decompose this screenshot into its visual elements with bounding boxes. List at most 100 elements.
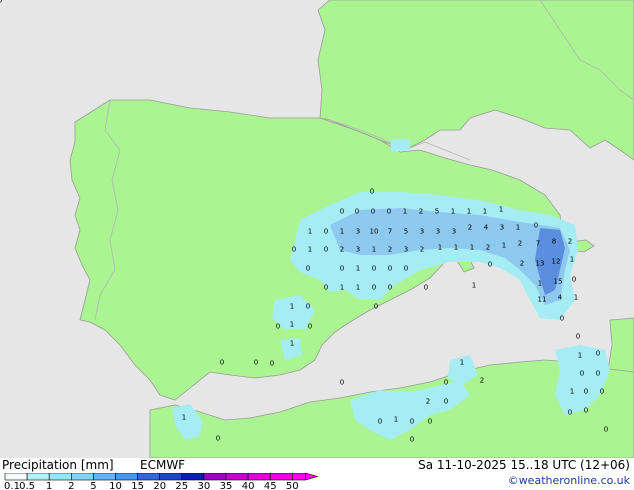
legend-swatch [247,473,271,481]
precip-value: 0 [340,208,344,216]
precip-value: 1 [356,284,360,292]
credit-link[interactable]: ©weatheronline.co.uk [508,474,630,487]
precip-value: 0 [0,0,2,5]
legend-label: 45 [264,481,277,489]
precip-value: 5 [404,228,408,236]
precip-value: 0 [404,265,408,273]
precip-value: 1 [467,208,471,216]
precip-value: 1 [372,246,376,254]
map-title: Precipitation [mm] [2,458,114,472]
weather-map-view: 0 0 0 0 1 2 5 1 1 1 1 0 1 0 1 3 10 7 5 3 3 3 2 4 3 1 0 0 1 0 2 3 1 2 3 2 1 1 1… [0,0,634,490]
legend-label: 2 [68,481,74,489]
precip-value: 1 [570,388,574,396]
precip-value: 1 [308,228,312,236]
legend-swatch [26,473,50,481]
precip-value: 0 [584,388,588,396]
precip-value: 0 [254,359,258,367]
precip-value: 0 [340,379,344,387]
precip-value: 3 [500,224,504,232]
precip-value: 2 [388,246,392,254]
precip-value: 0 [276,323,280,331]
precip-value: 1 [460,359,464,367]
precip-value: 2 [486,244,490,252]
legend-swatch [159,473,183,481]
legend-label: 25 [175,481,188,489]
precip-value: 0 [308,323,312,331]
legend-label: 40 [242,481,255,489]
legend-label: 0.1 [4,481,20,489]
precip-value: 2 [426,398,430,406]
precip-value: 0 [410,436,414,444]
precip-value: 1 [574,294,578,302]
precip-value: 2 [468,224,472,232]
precip-value: 13 [536,260,545,268]
precipitation-legend: 0.1 0.5 1 2 5 10 15 20 25 30 35 40 45 50 [4,473,319,489]
precip-value: 4 [558,294,563,302]
precip-value: 3 [452,228,456,236]
model-name: ECMWF [140,458,186,472]
precip-value: 2 [568,238,572,246]
valid-time: Sa 11-10-2025 15..18 UTC (12+06) [418,458,630,472]
precip-value: 0 [387,208,391,216]
precip-value: 0 [560,315,564,323]
precip-value: 3 [436,228,440,236]
precip-value: 2 [480,377,484,385]
precip-value: 1 [438,244,442,252]
precip-value: 7 [388,228,392,236]
precip-value: 2 [420,246,424,254]
precip-value: 0 [370,188,374,196]
precip-value: 0 [372,284,376,292]
precip-value: 12 [552,258,561,266]
precip-value: 0 [428,418,432,426]
legend-swatch [269,473,293,481]
precip-value: 5 [435,208,439,216]
precip-value: 0 [216,435,220,443]
precip-value: 0 [568,409,572,417]
precip-value: 1 [290,340,294,348]
precip-value: 1 [483,208,487,216]
precip-value: 0 [340,265,344,273]
precip-value: 0 [306,303,310,311]
precip-value: 1 [356,265,360,273]
legend-swatch [181,473,205,481]
precip-value: 1 [394,416,398,424]
legend-label: 5 [90,481,96,489]
precip-value: 0 [488,261,492,269]
precip-value: 3 [356,228,360,236]
legend-labels: 0.1 0.5 1 2 5 10 15 20 25 30 35 40 45 50 [4,481,299,489]
precip-value: 3 [420,228,424,236]
precip-value: 3 [404,246,408,254]
legend-label: 50 [286,481,299,489]
legend-swatch [203,473,227,481]
precip-value: 0 [324,284,328,292]
precipitation-map: 0 0 0 0 1 2 5 1 1 1 101 0 1 3 10 7 5 3 3 3 2 4 3 1 00 1 0 2 3 1 2 3 2 1 1 1… [0,0,634,458]
precip-value: 2 [419,208,423,216]
precip-value: 1 [290,321,294,329]
precip-value: 1 [470,244,474,252]
precip-value: 15 [554,278,563,286]
map-footer: Precipitation [mm] ECMWF Sa 11-10-2025 1… [0,458,634,490]
precip-value: 1 [308,246,312,254]
precip-value: 0 [372,265,376,273]
legend-label: 10 [109,481,122,489]
precip-value: 1 [538,280,542,288]
legend-label: 30 [198,481,211,489]
precip-value: 0 [580,370,584,378]
precip-value: 0 [355,208,359,216]
precip-value: 0 [424,284,428,292]
legend-swatch [4,473,28,481]
legend-swatch [137,473,161,481]
precip-value: 0 [270,360,274,368]
precip-value: 0 [600,388,604,396]
precip-value: 8 [552,238,556,246]
precip-value: 1 [502,242,506,250]
legend-label: 20 [153,481,166,489]
precip-value: 0 [324,228,328,236]
precip-value: 1 [454,244,458,252]
precip-value: 0 [584,407,588,415]
legend-label: 35 [220,481,233,489]
precip-value: 0 [292,246,296,254]
precip-area-north [390,138,410,152]
precip-value: 0 [596,370,600,378]
legend-swatch [291,473,306,481]
